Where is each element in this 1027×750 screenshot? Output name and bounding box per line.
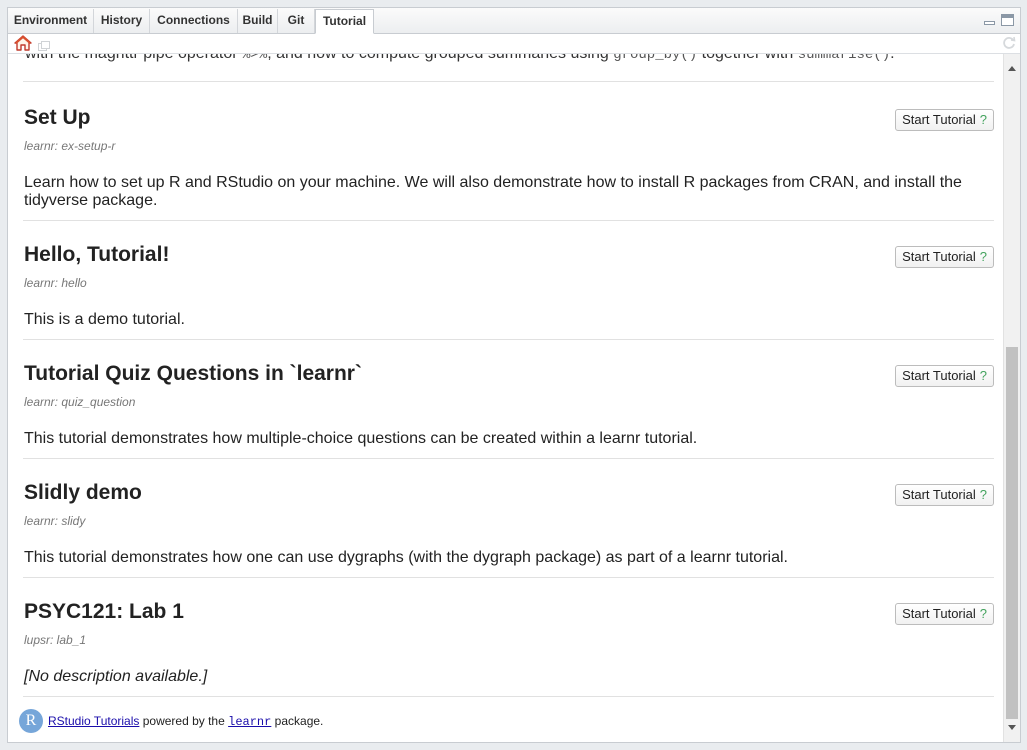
tutorial-title: Slidly demo: [24, 481, 142, 504]
scroll-up-arrow-icon[interactable]: [1008, 66, 1016, 71]
start-tutorial-label: Start Tutorial: [902, 249, 976, 264]
divider: [23, 577, 994, 578]
tab-environment[interactable]: Environment: [8, 9, 94, 33]
tutorial-item-psyc121-lab-1: PSYC121: Lab 1 lupsr: lab_1 [No descript…: [23, 600, 994, 710]
tutorial-id: lupsr: lab_1: [24, 633, 87, 647]
learnr-package-link[interactable]: learnr: [228, 714, 272, 729]
start-tutorial-button[interactable]: Start Tutorial?: [895, 246, 994, 268]
start-tutorial-button[interactable]: Start Tutorial?: [895, 365, 994, 387]
tutorial-id: learnr: ex-setup-r: [24, 139, 116, 153]
tab-git[interactable]: Git: [278, 9, 315, 33]
divider: [23, 458, 994, 459]
vertical-scrollbar[interactable]: [1003, 54, 1020, 742]
start-tutorial-label: Start Tutorial: [902, 112, 976, 127]
divider: [23, 339, 994, 340]
divider: [23, 81, 994, 82]
learnr-package-name: learnr: [228, 715, 272, 729]
tutorial-id: learnr: hello: [24, 276, 87, 290]
help-icon: ?: [979, 487, 987, 502]
start-tutorial-button[interactable]: Start Tutorial?: [895, 484, 994, 506]
minimize-pane-button[interactable]: [983, 14, 996, 26]
tutorial-footer: R RStudio Tutorials powered by the learn…: [19, 709, 623, 735]
tab-build[interactable]: Build: [238, 9, 278, 33]
pane-tab-bar: Environment History Connections Build Gi…: [8, 8, 1020, 34]
tutorial-list-viewport: with the magrittr pipe operator %>%, and…: [8, 54, 1003, 742]
tutorial-item-quiz-questions: Tutorial Quiz Questions in `learnr` lear…: [23, 362, 994, 472]
tutorial-pane: Environment History Connections Build Gi…: [7, 7, 1021, 743]
tutorial-id: learnr: slidy: [24, 514, 86, 528]
tab-history[interactable]: History: [94, 9, 150, 33]
footer-text: RStudio Tutorials powered by the learnr …: [48, 714, 323, 729]
tutorial-title: Hello, Tutorial!: [24, 243, 170, 266]
tutorial-item-slidly-demo: Slidly demo learnr: slidy This tutorial …: [23, 481, 994, 591]
start-tutorial-label: Start Tutorial: [902, 487, 976, 502]
footer-suffix: package.: [271, 714, 324, 728]
home-icon[interactable]: [14, 35, 32, 56]
start-tutorial-button[interactable]: Start Tutorial?: [895, 109, 994, 131]
divider: [23, 696, 994, 697]
tutorial-description: This tutorial demonstrates how one can u…: [24, 549, 788, 566]
tab-tutorial[interactable]: Tutorial: [315, 9, 374, 34]
start-tutorial-button[interactable]: Start Tutorial?: [895, 603, 994, 625]
help-icon: ?: [979, 249, 987, 264]
tutorial-description: This tutorial demonstrates how multiple-…: [24, 430, 698, 447]
start-tutorial-label: Start Tutorial: [902, 606, 976, 621]
scrollbar-thumb[interactable]: [1006, 347, 1018, 719]
previous-description-fragment: with the magrittr pipe operator %>%, and…: [25, 54, 895, 63]
maximize-pane-button[interactable]: [1001, 14, 1014, 26]
tutorial-title: Set Up: [24, 106, 91, 129]
tutorial-description: This is a demo tutorial.: [24, 311, 185, 328]
rstudio-tutorials-link[interactable]: RStudio Tutorials: [48, 714, 139, 728]
tutorial-title: Tutorial Quiz Questions in `learnr`: [24, 362, 362, 385]
tutorial-toolbar: [8, 34, 1020, 54]
help-icon: ?: [979, 606, 987, 621]
divider: [23, 220, 994, 221]
tutorial-title: PSYC121: Lab 1: [24, 600, 184, 623]
tutorial-item-set-up: Set Up learnr: ex-setup-r Learn how to s…: [23, 106, 994, 221]
tutorial-description: [No description available.]: [24, 668, 208, 685]
footer-powered-by: powered by the: [139, 714, 229, 728]
tutorial-description: Learn how to set up R and RStudio on you…: [24, 174, 962, 209]
rstudio-logo-icon: R: [19, 709, 43, 733]
tab-connections[interactable]: Connections: [150, 9, 238, 33]
help-icon: ?: [979, 368, 987, 383]
scroll-down-arrow-icon[interactable]: [1008, 725, 1016, 730]
start-tutorial-label: Start Tutorial: [902, 368, 976, 383]
refresh-icon[interactable]: [1002, 36, 1016, 55]
tutorial-item-hello: Hello, Tutorial! learnr: hello This is a…: [23, 243, 994, 353]
tutorial-id: learnr: quiz_question: [24, 395, 136, 409]
help-icon: ?: [979, 112, 987, 127]
